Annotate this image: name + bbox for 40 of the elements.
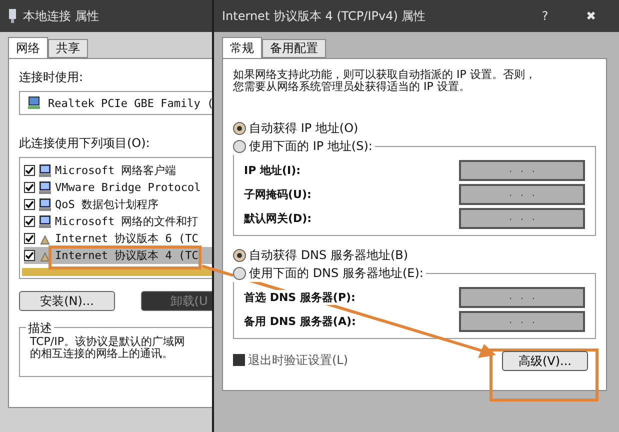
list-item[interactable]: Microsoft 网络客户端 (24, 162, 212, 179)
intro-text: 如果网络支持此功能，则可以获取自动指派的 IP 设置。否则， 您需要从网络系统管理员处获得适当的 IP 设置。 (233, 69, 537, 93)
connect-using-label: 连接时使用: (19, 69, 84, 86)
network-computer-icon (38, 164, 52, 178)
field-label: 子网掩码(U): (244, 186, 312, 202)
radio-option[interactable]: 使用下面的 DNS 服务器地址(E): (233, 264, 426, 282)
list-item[interactable]: QoS 数据包计划程序 (24, 196, 212, 213)
list-item[interactable]: VMware Bridge Protocol (24, 179, 212, 196)
tab[interactable]: 网络 (8, 37, 48, 59)
advanced-button[interactable]: 高级(V)... (502, 351, 588, 371)
checkbox[interactable] (24, 216, 35, 227)
field-label: 备用 DNS 服务器(A): (244, 314, 356, 328)
checkbox[interactable] (24, 250, 35, 261)
network-computer-icon (38, 180, 52, 194)
list-item[interactable]: Internet 协议版本 6 (TC (24, 230, 212, 247)
description-text: TCP/IP。该协议是默认的广域网 的相互连接的网络上的通讯。 (30, 336, 186, 360)
field-label: IP 地址(I): (244, 162, 301, 178)
group-title: 描述 (26, 320, 54, 337)
tab[interactable]: 备用配置 (262, 39, 326, 58)
list-item[interactable]: Microsoft 网络的文件和打 (24, 213, 212, 230)
checkbox[interactable] (24, 233, 35, 244)
field-label: 首选 DNS 服务器(P): (244, 290, 356, 304)
help-button[interactable]: ? (525, 8, 565, 24)
plug-icon (8, 8, 17, 24)
install-button[interactable]: 安装(N)... (19, 291, 115, 311)
network-computer-icon (38, 198, 52, 212)
window-title: Internet 协议版本 4 (TCP/IPv4) 属性 (222, 8, 426, 24)
network-computer-icon (38, 214, 52, 228)
items-label: 此连接使用下列项目(O): (19, 135, 151, 152)
field-label: 默认网关(D): (244, 210, 312, 226)
tab[interactable]: 常规 (222, 37, 262, 59)
close-button[interactable]: ✖ (571, 8, 611, 24)
window-title: 本地连接 属性 (23, 8, 99, 24)
tab[interactable]: 共享 (48, 39, 88, 58)
adapter-field: Realtek PCIe GBE Family ( (19, 91, 212, 115)
network-adapter-icon (26, 95, 42, 111)
checkbox[interactable] (24, 165, 35, 176)
checkbox[interactable] (24, 182, 35, 193)
radio-option[interactable]: 使用下面的 IP 地址(S): (233, 137, 376, 155)
checkbox[interactable] (24, 199, 35, 210)
